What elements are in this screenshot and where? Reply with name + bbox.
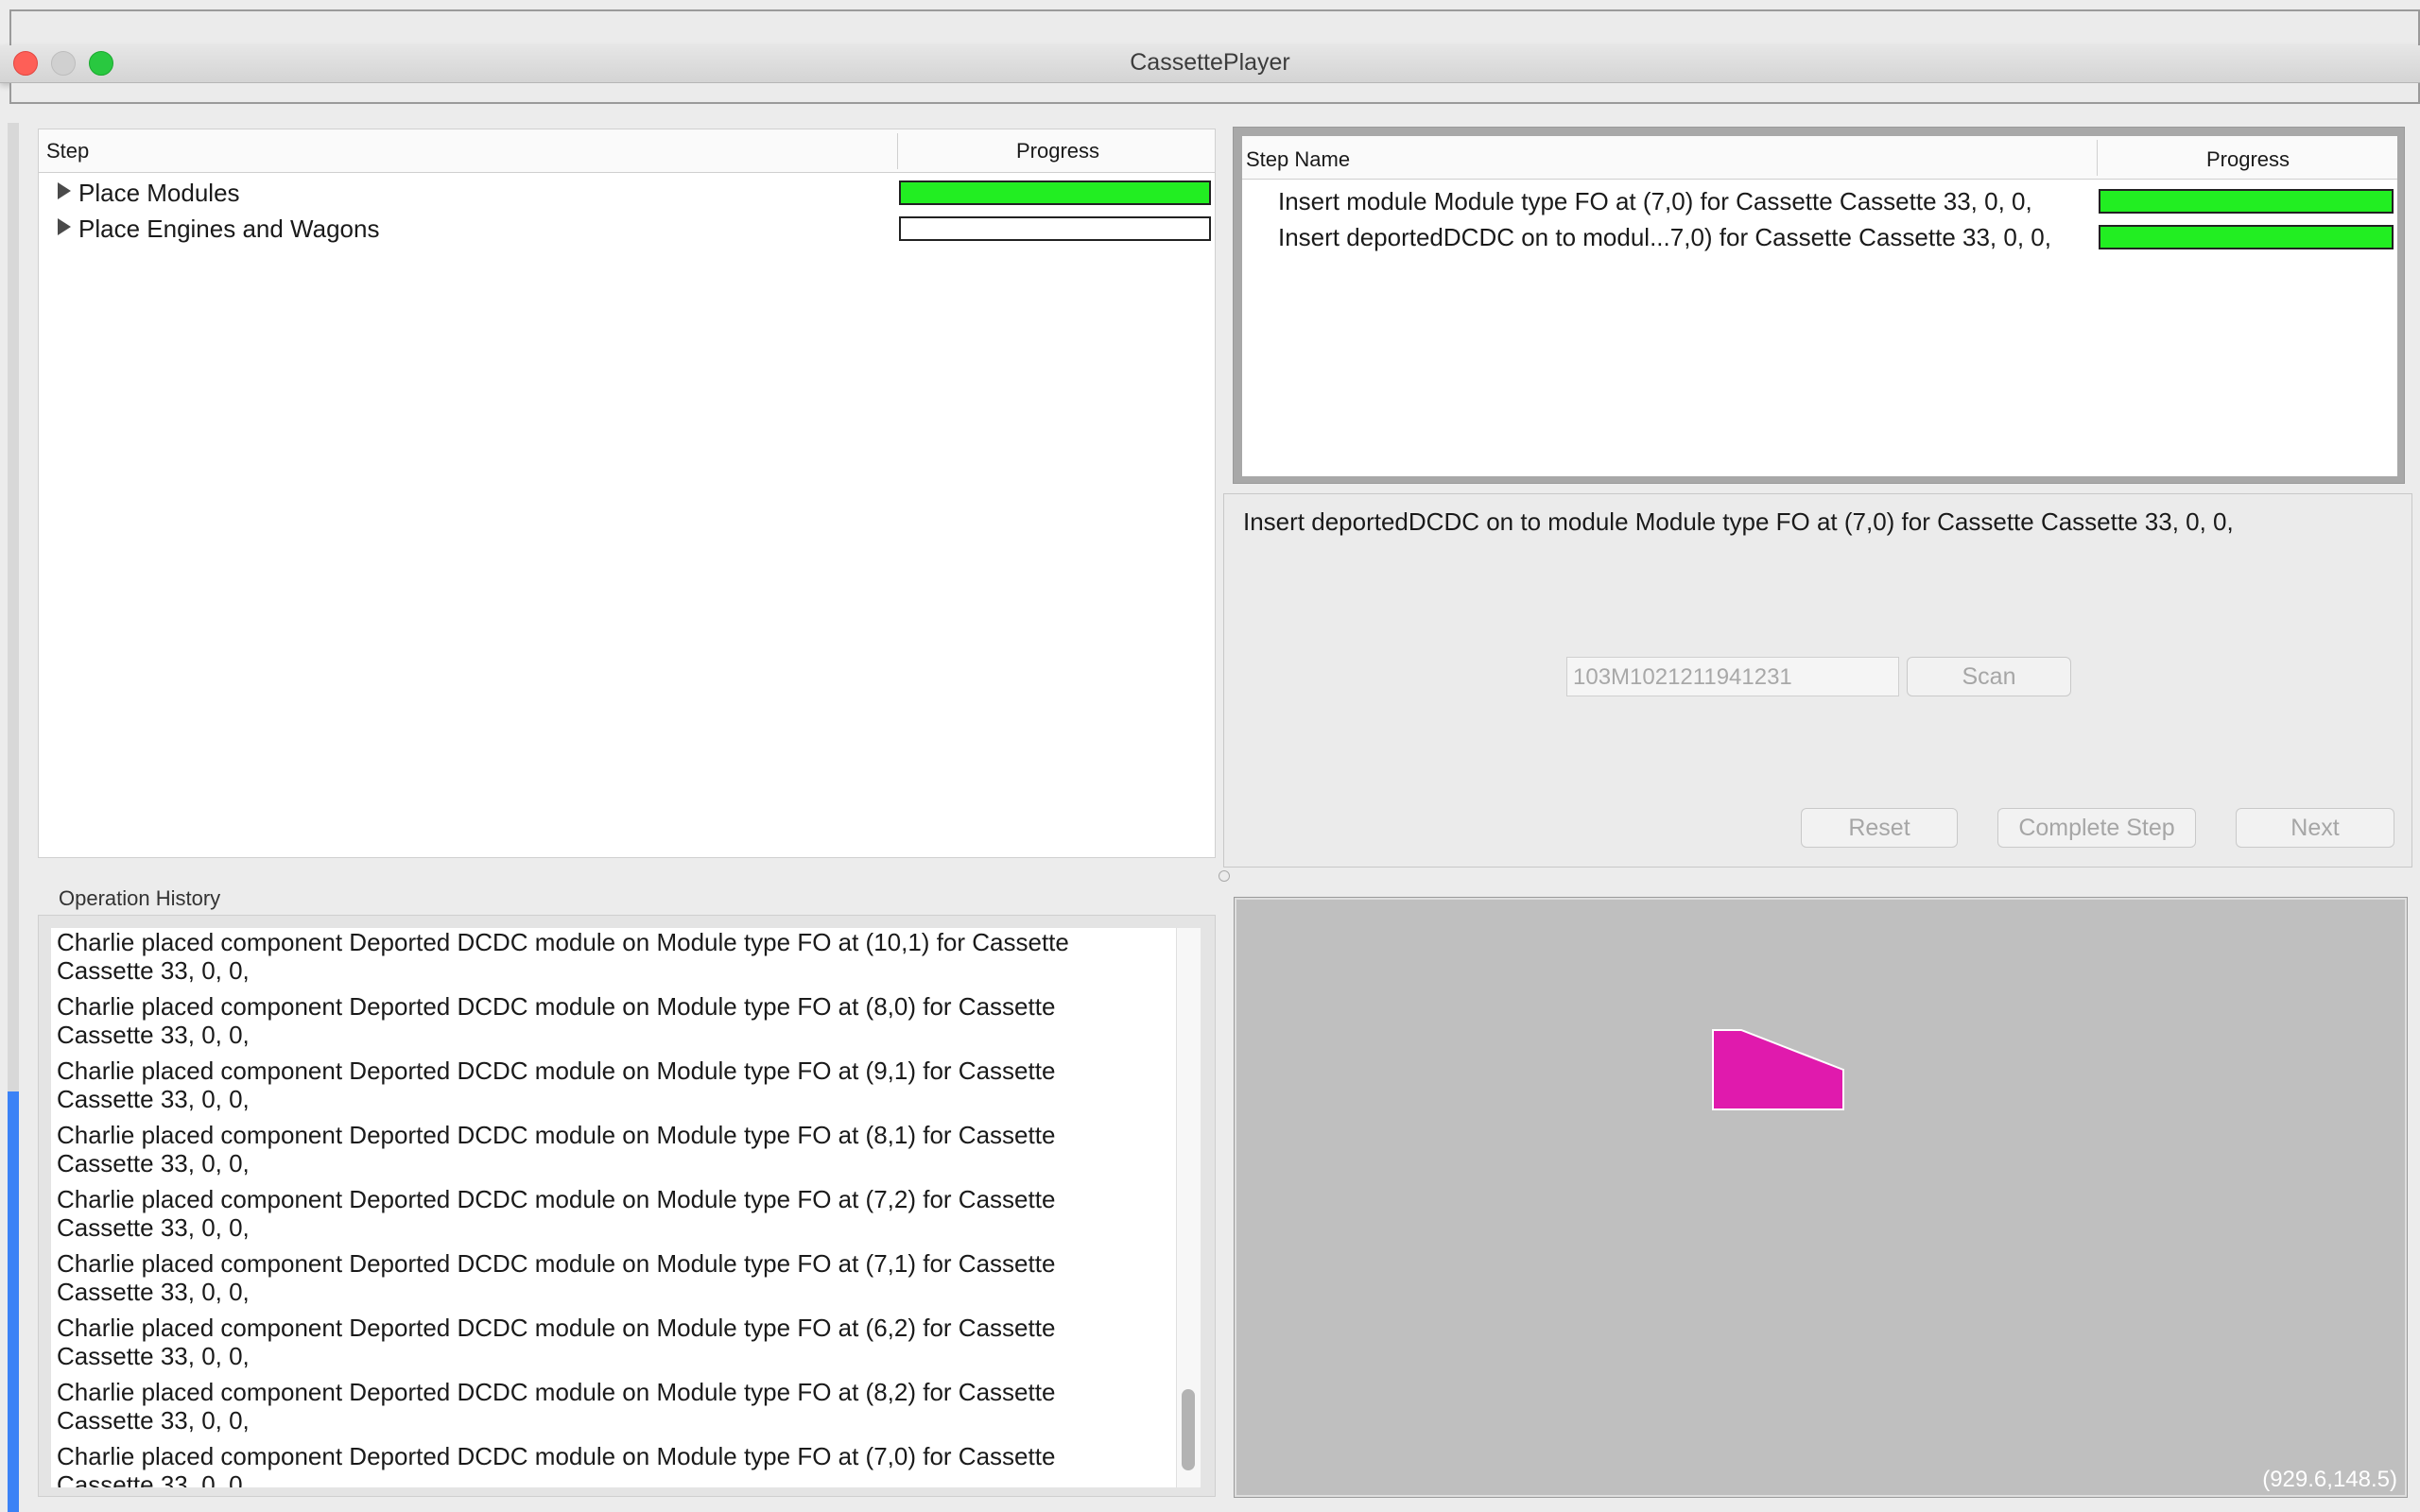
complete-step-button[interactable]: Complete Step xyxy=(1997,808,2196,848)
splitter-handle[interactable] xyxy=(1219,870,1230,882)
progress-fill xyxy=(2100,227,2392,248)
window-title: CassettePlayer xyxy=(1130,49,1290,76)
expand-arrow-icon[interactable] xyxy=(58,182,71,199)
history-item[interactable]: Charlie placed component Deported DCDC m… xyxy=(51,928,1157,992)
column-header-step[interactable]: Step xyxy=(46,139,89,163)
expand-arrow-icon[interactable] xyxy=(58,218,71,235)
step-row[interactable]: Insert deportedDCDC on to modul...7,0) f… xyxy=(1242,219,2397,255)
progress-fill xyxy=(901,182,1209,203)
history-item[interactable]: Charlie placed component Deported DCDC m… xyxy=(51,1249,1157,1314)
history-item-line1: Charlie placed component Deported DCDC m… xyxy=(57,1249,1056,1278)
left-scroll-thumb[interactable] xyxy=(8,1091,19,1512)
reset-button[interactable]: Reset xyxy=(1801,808,1958,848)
column-header-progress[interactable]: Progress xyxy=(899,139,1217,163)
history-item-line2: Cassette 33, 0, 0, xyxy=(57,1021,250,1049)
column-divider[interactable] xyxy=(2097,140,2098,176)
history-item[interactable]: Charlie placed component Deported DCDC m… xyxy=(51,1314,1157,1378)
cassette-canvas[interactable]: (929.6,148.5) xyxy=(1234,897,2408,1498)
tree-row[interactable]: Place Modules xyxy=(39,177,1215,213)
history-item-line2: Cassette 33, 0, 0, xyxy=(57,1470,250,1487)
history-item[interactable]: Charlie placed component Deported DCDC m… xyxy=(51,1378,1157,1442)
history-item[interactable]: Charlie placed component Deported DCDC m… xyxy=(51,1121,1157,1185)
step-tree-table: Step Progress Place Modules Place Engines… xyxy=(38,129,1216,858)
progress-fill xyxy=(2100,191,2392,212)
history-item[interactable]: Charlie placed component Deported DCDC m… xyxy=(51,992,1157,1057)
history-item-line1: Charlie placed component Deported DCDC m… xyxy=(57,1314,1056,1342)
history-item-line2: Cassette 33, 0, 0, xyxy=(57,1278,250,1306)
history-item[interactable]: Charlie placed component Deported DCDC m… xyxy=(51,1442,1157,1487)
history-item-line1: Charlie placed component Deported DCDC m… xyxy=(57,1378,1056,1406)
step-row[interactable]: Insert module Module type FO at (7,0) fo… xyxy=(1242,183,2397,219)
step-row-label: Insert module Module type FO at (7,0) fo… xyxy=(1278,187,2032,215)
column-header-step-name[interactable]: Step Name xyxy=(1246,147,1350,172)
history-item-line2: Cassette 33, 0, 0, xyxy=(57,1406,250,1435)
progress-bar xyxy=(899,216,1211,241)
progress-bar xyxy=(2099,225,2394,249)
step-list-header: Step Name Progress xyxy=(1242,136,2397,180)
canvas-drawing xyxy=(1712,1029,1844,1110)
history-item-line2: Cassette 33, 0, 0, xyxy=(57,1149,250,1177)
module-shape[interactable] xyxy=(1712,1029,1844,1110)
progress-bar xyxy=(2099,189,2394,214)
history-item-line1: Charlie placed component Deported DCDC m… xyxy=(57,1442,1056,1470)
operation-history-list[interactable]: Charlie placed component Deported DCDC m… xyxy=(51,928,1176,1487)
history-scroll-thumb[interactable] xyxy=(1182,1389,1195,1470)
step-list-table: Step Name Progress Insert module Module … xyxy=(1242,136,2397,476)
history-item-line1: Charlie placed component Deported DCDC m… xyxy=(57,1185,1056,1213)
next-button[interactable]: Next xyxy=(2236,808,2394,848)
history-item[interactable]: Charlie placed component Deported DCDC m… xyxy=(51,1057,1157,1121)
step-tree-header: Step Progress xyxy=(39,129,1215,173)
toolbar-strip xyxy=(9,83,2420,104)
tree-row[interactable]: Place Engines and Wagons xyxy=(39,213,1215,249)
tree-row-label: Place Modules xyxy=(78,179,240,207)
history-item-line1: Charlie placed component Deported DCDC m… xyxy=(57,1057,1056,1085)
tree-row-label: Place Engines and Wagons xyxy=(78,215,380,243)
history-item-line2: Cassette 33, 0, 0, xyxy=(57,956,250,985)
step-detail-panel: Insert deportedDCDC on to module Module … xyxy=(1223,493,2412,868)
progress-bar xyxy=(899,180,1211,205)
history-item-line2: Cassette 33, 0, 0, xyxy=(57,1213,250,1242)
column-divider[interactable] xyxy=(897,133,898,169)
history-item-line1: Charlie placed component Deported DCDC m… xyxy=(57,928,1069,956)
coordinate-readout: (929.6,148.5) xyxy=(2262,1467,2397,1492)
column-header-progress[interactable]: Progress xyxy=(2099,147,2397,172)
history-item-line2: Cassette 33, 0, 0, xyxy=(57,1342,250,1370)
step-description: Insert deportedDCDC on to module Module … xyxy=(1243,507,2234,536)
history-item-line2: Cassette 33, 0, 0, xyxy=(57,1085,250,1113)
step-row-label: Insert deportedDCDC on to modul...7,0) f… xyxy=(1278,223,2051,251)
serial-number-field[interactable]: 103M1021211941231 xyxy=(1566,657,1899,696)
window-top-strip xyxy=(9,9,2420,47)
history-item[interactable]: Charlie placed component Deported DCDC m… xyxy=(51,1185,1157,1249)
history-item-line1: Charlie placed component Deported DCDC m… xyxy=(57,1121,1056,1149)
scan-button[interactable]: Scan xyxy=(1907,657,2071,696)
operation-history-label: Operation History xyxy=(59,886,221,910)
history-item-line1: Charlie placed component Deported DCDC m… xyxy=(57,992,1056,1021)
